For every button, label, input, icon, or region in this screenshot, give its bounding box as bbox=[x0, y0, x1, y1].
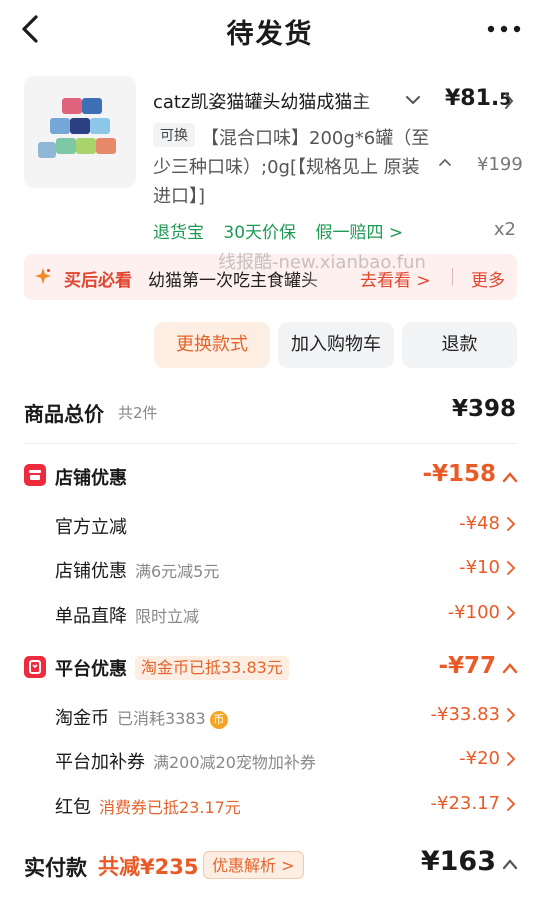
refund-button[interactable]: 退款 bbox=[402, 322, 517, 368]
service-return: 退货宝 bbox=[153, 223, 204, 243]
paid-label: 实付款 bbox=[24, 856, 87, 880]
discount-row-taojinbi[interactable]: 淘金币 已消耗3383 币 bbox=[55, 704, 228, 730]
discount-value-official: -¥48 bbox=[459, 513, 500, 534]
shop-icon bbox=[24, 464, 46, 486]
platform-icon bbox=[24, 656, 46, 678]
page-title: 待发货 bbox=[226, 19, 314, 50]
sparkle-icon bbox=[35, 268, 51, 284]
total-label: 商品总价 bbox=[24, 402, 104, 426]
product-spec[interactable]: 【混合口味】200g*6罐（至少三种口味）;0g[【规格见上 原装进口】] bbox=[153, 124, 433, 211]
chevron-right-icon[interactable] bbox=[506, 560, 516, 576]
chevron-right-icon[interactable] bbox=[506, 751, 516, 767]
exchange-badge: 可换 bbox=[153, 123, 195, 147]
banner-divider bbox=[452, 268, 453, 286]
chevron-right-icon[interactable] bbox=[506, 605, 516, 621]
discount-value-shop: -¥10 bbox=[459, 557, 500, 578]
cans-image-icon bbox=[38, 98, 116, 158]
original-price: ¥199 bbox=[477, 154, 523, 175]
shop-discount-value: -¥158 bbox=[422, 461, 496, 487]
chevron-right-icon[interactable] bbox=[506, 516, 516, 532]
total-saved: 共减¥235 bbox=[98, 855, 199, 879]
change-style-button[interactable]: 更换款式 bbox=[154, 322, 270, 368]
discount-analysis-button[interactable]: 优惠解析 > bbox=[203, 851, 304, 879]
banner-more-link[interactable]: 更多 bbox=[471, 266, 505, 291]
divider bbox=[24, 443, 517, 444]
price-main: ¥81. bbox=[445, 86, 500, 111]
discount-value-platform-coupon: -¥20 bbox=[459, 748, 500, 769]
collapse-up-icon[interactable] bbox=[502, 471, 518, 483]
product-image[interactable] bbox=[24, 76, 136, 188]
discount-value-single: -¥100 bbox=[447, 602, 500, 623]
add-to-cart-button[interactable]: 加入购物车 bbox=[278, 322, 394, 368]
top-bar: 待发货 bbox=[0, 0, 540, 60]
paid-value: ¥163 bbox=[420, 846, 496, 877]
discount-value-redpacket: -¥23.17 bbox=[430, 793, 500, 814]
service-price-protect: 30天价保 bbox=[223, 223, 297, 243]
discount-value-taojinbi: -¥33.83 bbox=[430, 704, 500, 725]
product-quantity: x2 bbox=[493, 219, 516, 240]
service-fake-compensate: 假一赔四 > bbox=[315, 223, 404, 243]
platform-discount-value: -¥77 bbox=[438, 653, 496, 679]
shop-discount-label: 店铺优惠 bbox=[55, 468, 127, 489]
discount-row-shop[interactable]: 店铺优惠 满6元减5元 bbox=[55, 557, 219, 583]
collapse-up-icon[interactable] bbox=[502, 858, 518, 870]
banner-label: 买后必看 bbox=[64, 271, 132, 291]
platform-discount-label: 平台优惠 淘金币已抵33.83元 bbox=[55, 655, 289, 681]
product-name-fade bbox=[355, 86, 400, 114]
discount-row-single[interactable]: 单品直降 限时立减 bbox=[55, 602, 199, 628]
more-options-icon[interactable] bbox=[486, 16, 522, 42]
chevron-right-icon[interactable] bbox=[503, 92, 515, 110]
service-guarantees[interactable]: 退货宝 30天价保 假一赔四 > bbox=[153, 218, 417, 243]
chevron-right-icon[interactable] bbox=[506, 707, 516, 723]
discount-row-official[interactable]: 官方立减 bbox=[55, 513, 127, 539]
total-value: ¥398 bbox=[451, 396, 516, 422]
discount-row-platform-coupon[interactable]: 平台加补券 满200减20宠物加补券 bbox=[55, 748, 316, 774]
item-count: 共2件 bbox=[118, 404, 158, 422]
product-price: ¥81.5 bbox=[445, 86, 511, 111]
watermark: 线报酷-new.xianbao.fun bbox=[218, 252, 426, 273]
coin-deduct-badge: 淘金币已抵33.83元 bbox=[135, 656, 289, 680]
collapse-up-icon[interactable] bbox=[502, 662, 518, 674]
coin-icon: 币 bbox=[209, 711, 228, 729]
caret-up-icon[interactable] bbox=[437, 156, 453, 168]
chevron-down-icon[interactable] bbox=[404, 92, 422, 108]
discount-row-redpacket[interactable]: 红包 消费券已抵23.17元 bbox=[55, 793, 241, 819]
chevron-right-icon[interactable] bbox=[506, 796, 516, 812]
